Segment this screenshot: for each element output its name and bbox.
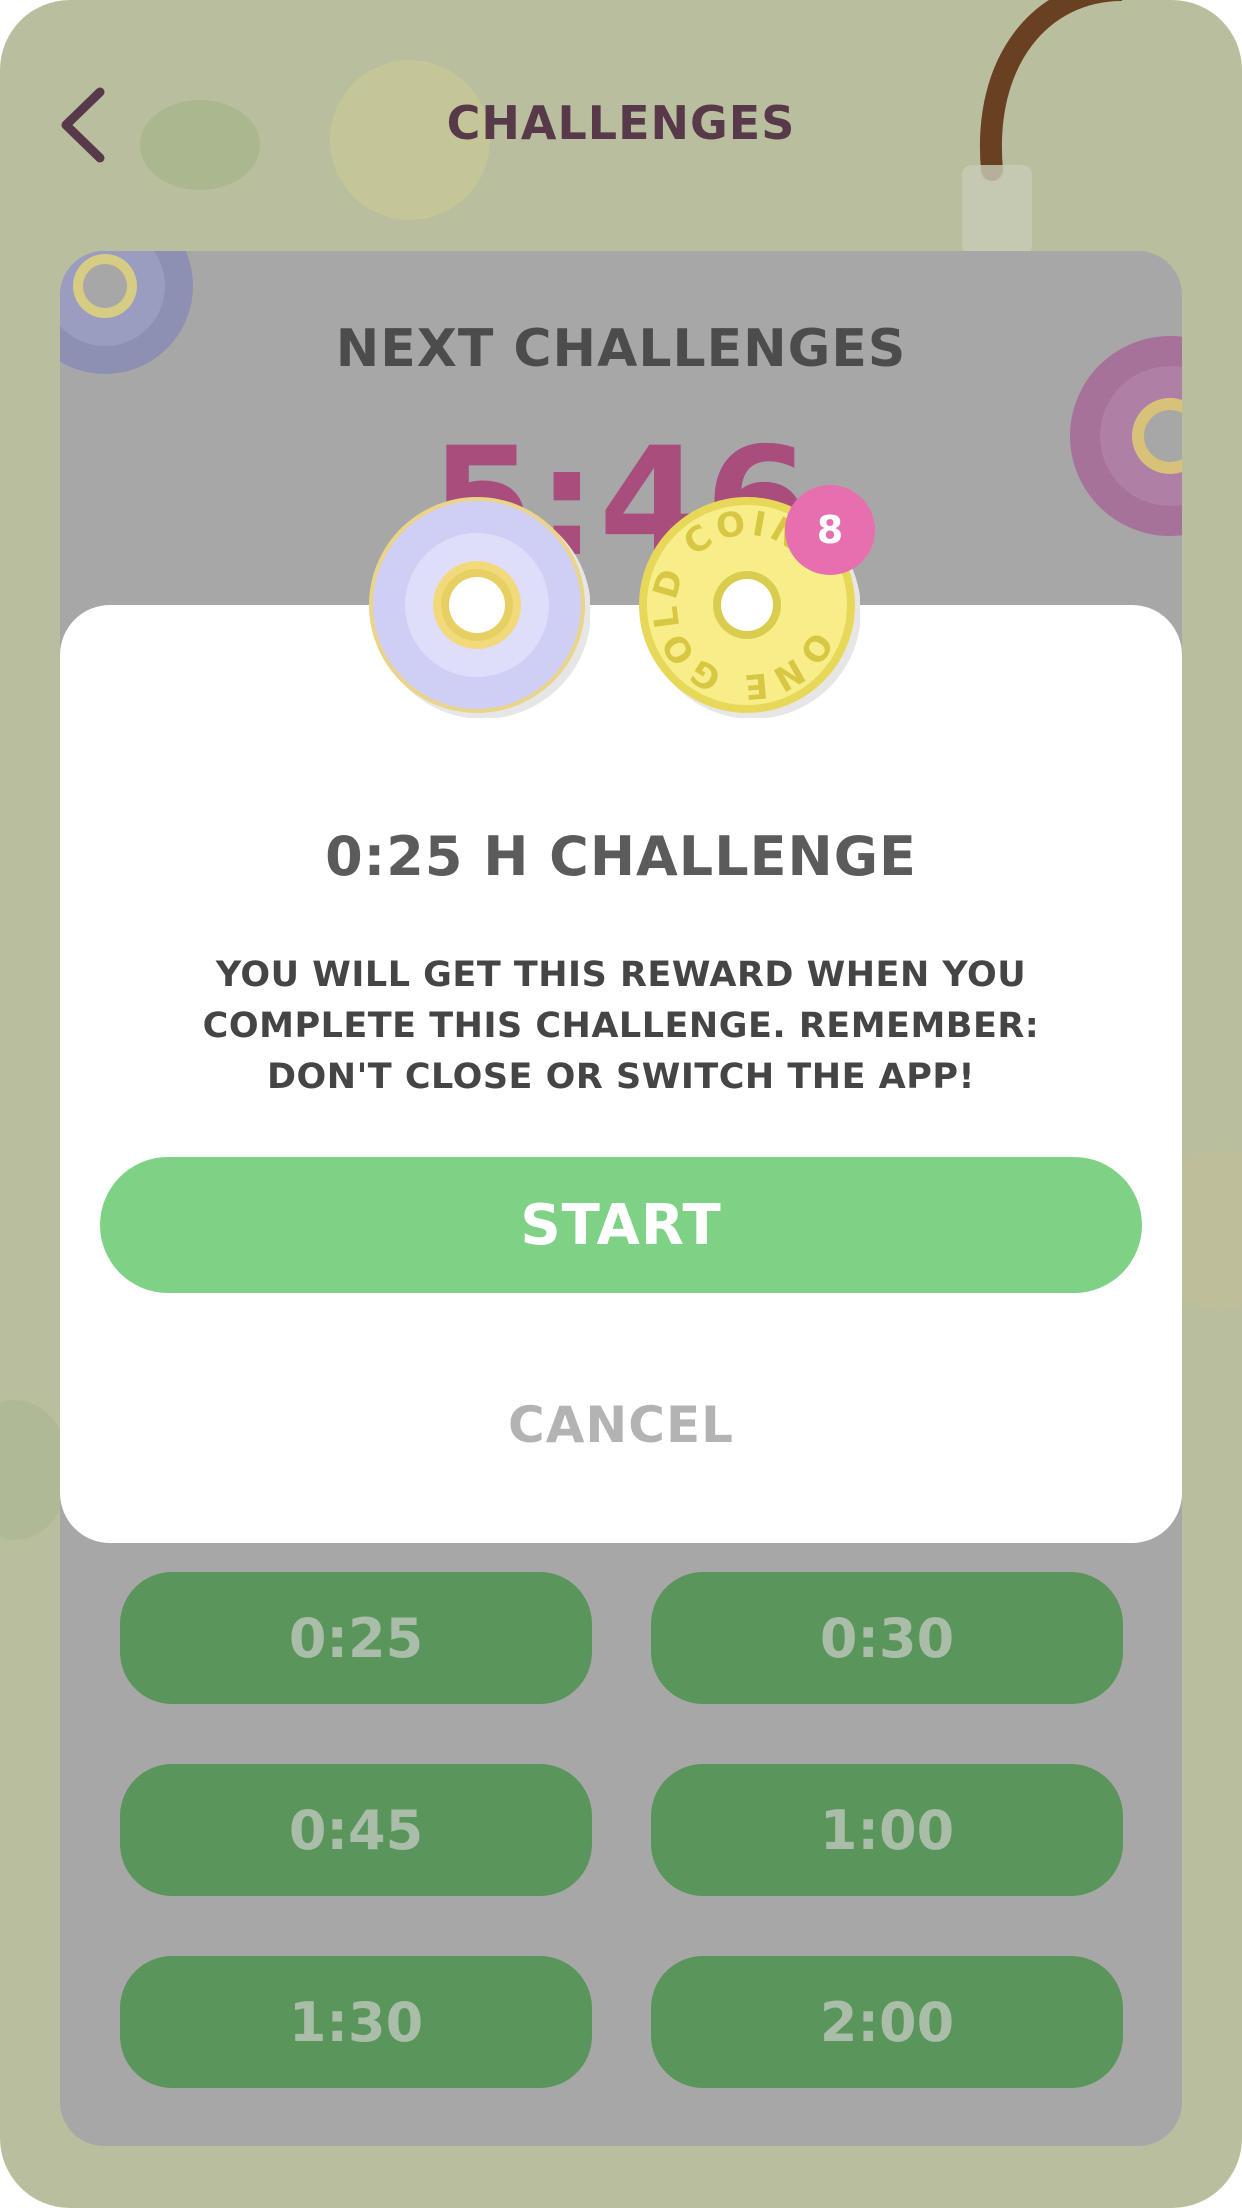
donut-icon <box>369 497 590 718</box>
duration-button-0-25[interactable]: 0:25 <box>120 1572 592 1704</box>
cancel-button[interactable]: CANCEL <box>420 1380 822 1470</box>
app-screen: CHALLENGES NEXT CHALLENGES 5:46 0:25 0:3… <box>0 0 1242 2208</box>
challenge-dialog: 0:25 H CHALLENGE YOU WILL GET THIS REWAR… <box>60 605 1182 1543</box>
next-challenges-title: NEXT CHALLENGES <box>335 319 907 379</box>
start-button[interactable]: START <box>100 1157 1142 1293</box>
dialog-title: 0:25 H CHALLENGE <box>325 825 917 888</box>
page-title: CHALLENGES <box>446 96 796 150</box>
duration-button-2-00[interactable]: 2:00 <box>651 1956 1123 2088</box>
duration-button-1-00[interactable]: 1:00 <box>651 1764 1123 1896</box>
reward-count-badge: 8 <box>785 485 875 575</box>
duration-button-1-30[interactable]: 1:30 <box>120 1956 592 2088</box>
countdown-timer: 5:46 <box>430 416 812 590</box>
dialog-message: YOU WILL GET THIS REWARD WHEN YOU COMPLE… <box>202 955 1040 1097</box>
duration-button-0-45[interactable]: 0:45 <box>120 1764 592 1896</box>
hanging-tag-decoration <box>962 165 1032 255</box>
duration-button-0-30[interactable]: 0:30 <box>651 1572 1123 1704</box>
